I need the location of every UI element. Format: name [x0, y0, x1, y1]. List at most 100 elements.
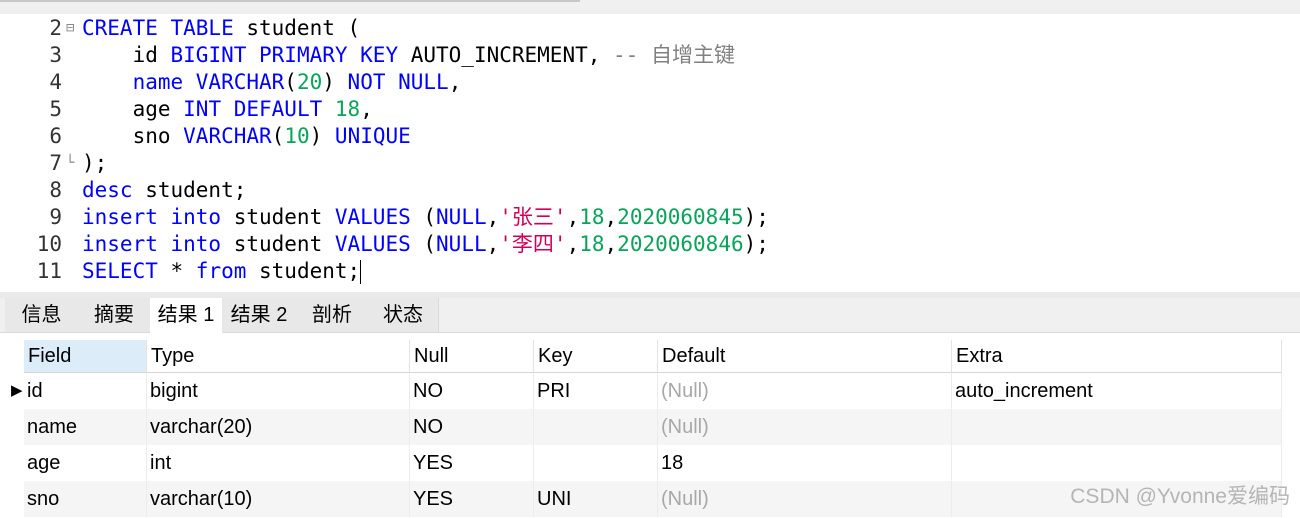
- line-number: 8: [49, 178, 62, 202]
- code-token: from: [195, 259, 247, 283]
- code-text: SELECT * from student;: [82, 258, 362, 285]
- table-cell[interactable]: id: [24, 373, 147, 409]
- table-cell[interactable]: NO: [410, 409, 534, 445]
- code-token: age: [82, 97, 184, 121]
- table-cell[interactable]: bigint: [147, 373, 410, 409]
- code-token: ,: [566, 205, 580, 229]
- line-number: 10: [36, 232, 62, 256]
- table-cell[interactable]: 18: [658, 445, 952, 481]
- code-token: AUTO_INCREMENT,: [398, 43, 614, 67]
- code-token: NOT NULL: [347, 70, 449, 94]
- column-header-type[interactable]: Type: [147, 340, 410, 373]
- sql-editor[interactable]: 2 ⊟ CREATE TABLE student (3 id BIGINT PRIM…: [0, 14, 1300, 292]
- code-token: );: [743, 232, 769, 256]
- table-cell[interactable]: sno: [24, 481, 147, 517]
- code-token: desc: [82, 178, 133, 202]
- code-token: 18: [579, 205, 605, 229]
- code-token: ,: [604, 232, 618, 256]
- column-header-key[interactable]: Key: [534, 340, 658, 373]
- tab-status[interactable]: 状态: [368, 298, 439, 332]
- code-token: 18: [579, 232, 605, 256]
- table-cell[interactable]: (Null): [658, 373, 952, 409]
- tab-info[interactable]: 信息: [5, 298, 79, 332]
- line-number: 4: [49, 70, 62, 94]
- code-token: VARCHAR: [183, 124, 272, 148]
- code-token: BIGINT PRIMARY KEY: [170, 43, 399, 67]
- table-cell[interactable]: (Null): [658, 481, 952, 517]
- code-text: insert into student VALUES (NULL,'张三',18…: [82, 204, 769, 231]
- code-token: (: [410, 232, 437, 256]
- current-row-pointer-icon: ▶: [11, 382, 23, 399]
- table-cell[interactable]: name: [24, 409, 147, 445]
- row-indicator-gutter: [0, 340, 24, 518]
- table-cell[interactable]: UNI: [534, 481, 658, 517]
- code-token: ,: [448, 70, 462, 94]
- tab-result-1[interactable]: 结果 1: [150, 298, 223, 333]
- line-number: 2: [49, 16, 62, 40]
- code-token: student;: [246, 259, 361, 283]
- table-cell[interactable]: PRI: [534, 373, 658, 409]
- column-header-field[interactable]: Field: [24, 340, 147, 373]
- table-cell[interactable]: age: [24, 445, 147, 481]
- line-number: 6: [49, 124, 62, 148]
- line-number: 5: [49, 97, 62, 121]
- table-cell[interactable]: varchar(20): [147, 409, 410, 445]
- code-text: insert into student VALUES (NULL,'李四',18…: [82, 231, 769, 258]
- result-tabs-bar: 信息 摘要 结果 1 结果 2 剖析 状态: [0, 298, 1300, 333]
- table-cell[interactable]: varchar(10): [147, 481, 410, 517]
- watermark: CSDN @Yvonne爱编码: [1070, 485, 1290, 508]
- code-token: *: [157, 259, 196, 283]
- code-token: NULL: [436, 205, 487, 229]
- code-token: VALUES: [334, 205, 411, 229]
- tab-result-2[interactable]: 结果 2: [222, 298, 297, 332]
- code-token: (: [271, 124, 285, 148]
- code-token: (: [410, 205, 437, 229]
- line-number: 3: [49, 43, 62, 67]
- code-token: ,: [566, 232, 580, 256]
- code-token: 20: [296, 70, 323, 94]
- fold-toggle-icon[interactable]: ⊟: [66, 15, 74, 42]
- code-token: id: [82, 43, 171, 67]
- table-cell[interactable]: [534, 409, 658, 445]
- table-cell[interactable]: YES: [410, 445, 534, 481]
- code-text: age INT DEFAULT 18,: [82, 96, 373, 123]
- code-token: 18: [334, 97, 361, 121]
- column-header-extra[interactable]: Extra: [952, 340, 1282, 373]
- code-token: VALUES: [334, 232, 411, 256]
- table-cell[interactable]: [534, 445, 658, 481]
- code-token: ,: [604, 205, 618, 229]
- code-token: -- 自增主键: [613, 43, 735, 67]
- column-header-default[interactable]: Default: [658, 340, 952, 373]
- tab-summary[interactable]: 摘要: [78, 298, 151, 332]
- column-header-null[interactable]: Null: [410, 340, 534, 373]
- table-cell[interactable]: [952, 445, 1282, 481]
- code-token: student: [221, 232, 335, 256]
- code-token: 2020060845: [617, 205, 744, 229]
- code-token: student: [221, 205, 335, 229]
- tab-profile[interactable]: 剖析: [296, 298, 369, 332]
- code-token: INT DEFAULT: [183, 97, 323, 121]
- table-cell[interactable]: [952, 409, 1282, 445]
- code-token: CREATE TABLE: [82, 16, 234, 40]
- code-token: '张三': [499, 205, 567, 229]
- code-token: insert into: [82, 232, 222, 256]
- code-token: 10: [284, 124, 310, 148]
- table-cell[interactable]: (Null): [658, 409, 952, 445]
- code-token: ,: [486, 232, 500, 256]
- code-token: ): [322, 70, 348, 94]
- table-cell[interactable]: YES: [410, 481, 534, 517]
- table-cell[interactable]: auto_increment: [952, 373, 1282, 409]
- code-text: );: [82, 150, 107, 177]
- table-cell[interactable]: NO: [410, 373, 534, 409]
- code-token: ): [309, 124, 335, 148]
- top-toolbar-strip: [0, 0, 1300, 14]
- code-token: sno: [82, 124, 184, 148]
- table-cell[interactable]: int: [147, 445, 410, 481]
- toolbar-edge: [0, 0, 580, 2]
- code-token: );: [743, 205, 769, 229]
- code-token: ,: [486, 205, 500, 229]
- code-text: name VARCHAR(20) NOT NULL,: [82, 69, 462, 96]
- code-token: '李四': [499, 232, 567, 256]
